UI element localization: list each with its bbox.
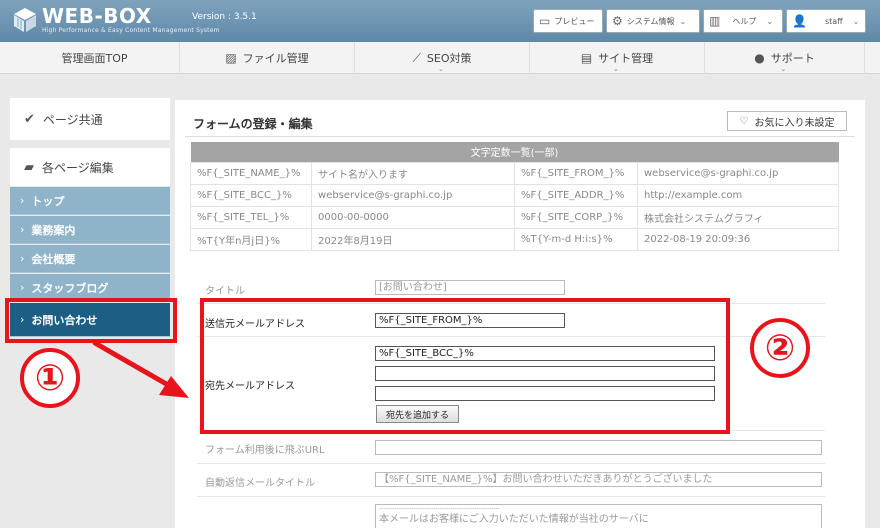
step-marker-1: ①	[20, 348, 80, 408]
step-marker-2: ②	[750, 318, 810, 378]
arrow-annotation	[92, 340, 189, 398]
